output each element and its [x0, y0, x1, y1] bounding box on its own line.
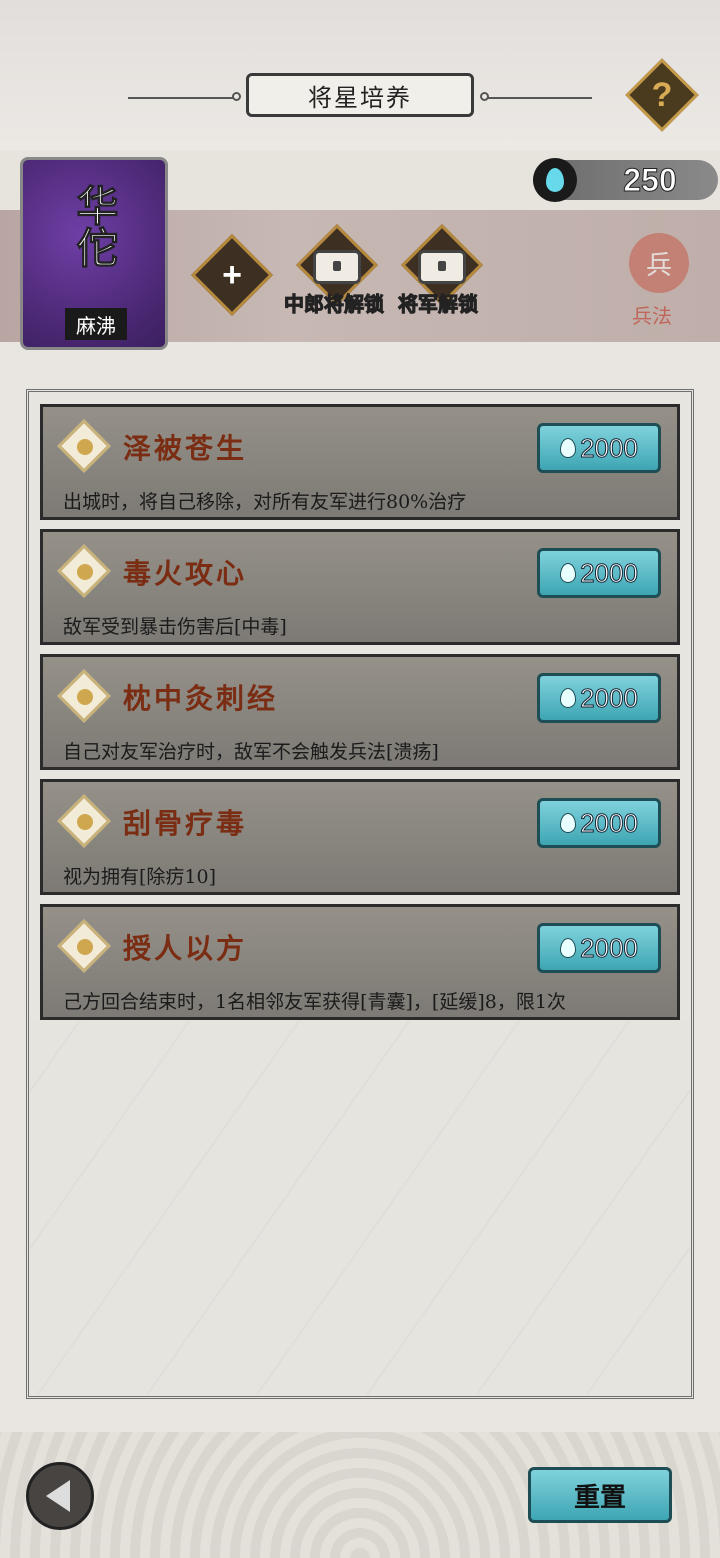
skill-badge-gem: [77, 564, 93, 580]
unlock-cost-button[interactable]: 2000: [537, 798, 661, 848]
back-arrow-icon[interactable]: [46, 1480, 70, 1512]
skill-badge-gem: [77, 689, 93, 705]
title-decoration-dot-right: [480, 92, 489, 101]
skill-badge-gem: [77, 814, 93, 830]
cost-value: 2000: [580, 557, 639, 588]
unlock-cost-button[interactable]: 2000: [537, 923, 661, 973]
skill-description: 自己对友军治疗时，敌军不会触发兵法[溃疡]: [63, 741, 439, 763]
skill-name: 授人以方: [123, 932, 248, 965]
cost-value: 2000: [580, 932, 639, 963]
flame-icon: [560, 938, 577, 958]
title-decoration-dot-left: [232, 92, 241, 101]
question-mark-icon[interactable]: ?: [636, 69, 688, 121]
flame-icon: [560, 563, 577, 583]
hero-card[interactable]: 华佗 麻沸: [20, 157, 168, 350]
unlock-cost-button[interactable]: 2000: [537, 673, 661, 723]
skill-badge-gem: [77, 939, 93, 955]
locked-slot-1-label: 中郎将解锁: [284, 292, 385, 317]
hero-trait-label: 麻沸: [65, 308, 127, 340]
lock-icon: [418, 250, 466, 284]
lock-icon: [313, 250, 361, 284]
skill-card[interactable]: 泽被苍生 2000 出城时，将自己移除，对所有友军进行80%治疗: [40, 404, 680, 520]
flame-icon: [560, 813, 577, 833]
flame-icon: [560, 688, 577, 708]
skill-card[interactable]: 毒火攻心 2000 敌军受到暴击伤害后[中毒]: [40, 529, 680, 645]
reset-button[interactable]: 重置: [528, 1467, 672, 1523]
skill-name: 枕中灸刺经: [123, 682, 279, 715]
skill-badge-gem: [77, 439, 93, 455]
cost-value: 2000: [580, 432, 639, 463]
cost-value: 2000: [580, 807, 639, 838]
skill-name: 毒火攻心: [123, 557, 248, 590]
currency-amount: 250: [623, 161, 677, 198]
skill-description: 出城时，将自己移除，对所有友军进行80%治疗: [63, 491, 467, 513]
title-decoration-right: [487, 97, 592, 99]
cost-value: 2000: [580, 682, 639, 713]
blue-flame-icon: [533, 158, 577, 202]
hero-name: 华佗: [23, 184, 165, 294]
skill-card[interactable]: 刮骨疗毒 2000 视为拥有[除疠10]: [40, 779, 680, 895]
bingfa-book-icon[interactable]: 兵: [629, 233, 689, 293]
unlock-cost-button[interactable]: 2000: [537, 548, 661, 598]
skill-description: 敌军受到暴击伤害后[中毒]: [63, 616, 287, 638]
hero-name-text: 华佗: [70, 184, 120, 269]
plus-icon[interactable]: +: [203, 246, 261, 304]
skill-description: 己方回合结束时，1名相邻友军获得[青囊]，[延缓]8，限1次: [63, 991, 566, 1013]
skill-card[interactable]: 授人以方 2000 己方回合结束时，1名相邻友军获得[青囊]，[延缓]8，限1次: [40, 904, 680, 1020]
bingfa-label[interactable]: 兵法: [632, 300, 672, 329]
marble-texture: [30, 1020, 690, 1395]
unlock-cost-button[interactable]: 2000: [537, 423, 661, 473]
page-title: 将星培养: [246, 73, 474, 117]
locked-slot-2-label: 将军解锁: [398, 292, 479, 317]
skill-name: 刮骨疗毒: [123, 807, 248, 840]
flame-icon: [560, 438, 577, 458]
skill-name: 泽被苍生: [123, 432, 248, 465]
title-decoration-left: [128, 97, 233, 99]
skill-description: 视为拥有[除疠10]: [63, 866, 217, 888]
skill-card[interactable]: 枕中灸刺经 2000 自己对友军治疗时，敌军不会触发兵法[溃疡]: [40, 654, 680, 770]
flame-drop-shape: [546, 168, 564, 192]
